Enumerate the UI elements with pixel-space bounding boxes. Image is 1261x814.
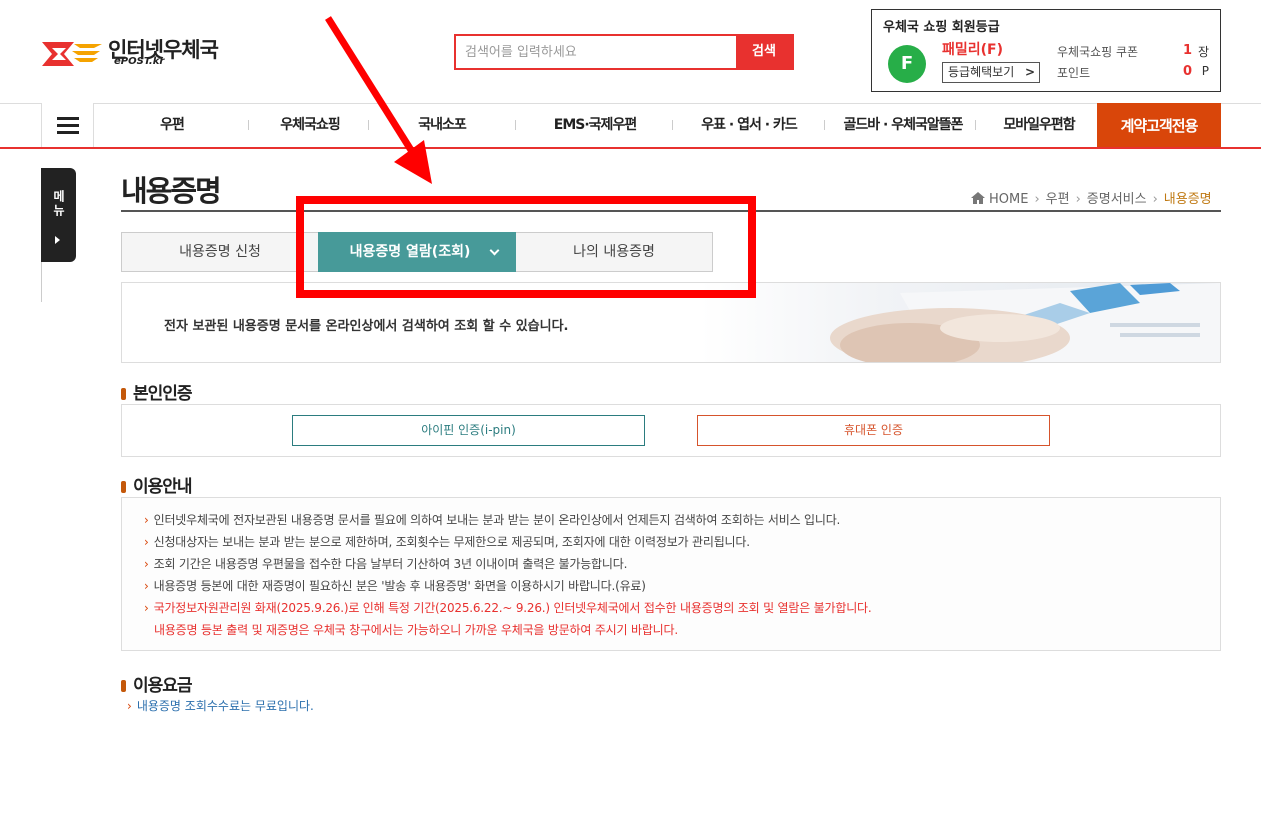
search-button[interactable]: 검색	[736, 34, 792, 70]
phone-auth-button[interactable]: 휴대폰 인증	[697, 415, 1050, 446]
logo-subtitle: ePOST.kr	[114, 56, 165, 67]
chevron-right-icon: >	[1024, 65, 1035, 79]
nav-divider	[672, 120, 673, 130]
grade-badge: F	[888, 45, 926, 83]
bullet-icon: ›	[127, 699, 132, 713]
guide-notice-line: › 국가정보자원관리원 화재(2025.9.26.)로 인해 특정 기간(2025…	[144, 599, 872, 616]
nav-item-goldbar[interactable]: 골드바 · 우체국알뜰폰	[836, 103, 970, 147]
fee-text: 내용증명 조회수수료는 무료입니다.	[136, 699, 314, 713]
nav-divider	[515, 120, 516, 130]
annotation-highlight-box	[296, 196, 756, 298]
breadcrumb-separator: ›	[1075, 192, 1081, 207]
point-value[interactable]: 0	[1183, 64, 1192, 79]
grade-name: 패밀리(F)	[942, 42, 1004, 58]
nav-divider	[824, 120, 825, 130]
member-grade-title: 우체국 쇼핑 회원등급	[883, 20, 1000, 35]
coupon-value[interactable]: 1	[1183, 43, 1192, 58]
point-unit: P	[1201, 64, 1209, 78]
side-menu-label: 메뉴	[41, 190, 76, 218]
guide-text: 내용증명 등본에 대한 재증명이 필요하신 분은 '발송 후 내용증명' 화면을…	[153, 579, 646, 593]
side-divider	[41, 262, 42, 302]
nav-item-post[interactable]: 우편	[120, 103, 224, 147]
section-marker	[121, 481, 126, 493]
breadcrumb-home[interactable]: HOME	[989, 192, 1028, 207]
home-icon	[971, 192, 985, 204]
guide-section-title: 이용안내	[121, 472, 193, 497]
breadcrumb-post[interactable]: 우편	[1046, 192, 1070, 207]
fee-line: › 내용증명 조회수수료는 무료입니다.	[127, 697, 314, 714]
page-title: 내용증명	[121, 174, 222, 208]
auth-section-title: 본인인증	[121, 379, 193, 404]
guide-title-text: 이용안내	[133, 477, 193, 497]
auth-box	[121, 404, 1221, 457]
benefit-label: 등급혜택보기	[948, 65, 1015, 79]
guide-line: › 내용증명 등본에 대한 재증명이 필요하신 분은 '발송 후 내용증명' 화면…	[144, 577, 646, 594]
section-marker	[121, 388, 126, 400]
breadcrumb-separator: ›	[1034, 192, 1040, 207]
breadcrumb-current: 내용증명	[1163, 192, 1212, 207]
bullet-icon: ›	[144, 557, 149, 571]
epost-logo[interactable]: 인터넷우체국 ePOST.kr	[40, 34, 240, 74]
hamburger-icon	[57, 117, 79, 120]
bullet-icon: ›	[144, 601, 149, 615]
tab-apply[interactable]: 내용증명 신청	[121, 232, 319, 272]
guide-line: › 신청대상자는 보내는 분과 받는 분으로 제한하며, 조회횟수는 무제한으로 …	[144, 533, 750, 550]
breadcrumb-separator: ›	[1152, 192, 1158, 207]
side-menu-toggle[interactable]: 메뉴	[41, 168, 76, 262]
nav-divider	[248, 120, 249, 130]
coupon-label: 우체국쇼핑 쿠폰	[1057, 45, 1139, 59]
point-label: 포인트	[1057, 66, 1091, 80]
breadcrumb: HOME › 우편 › 증명서비스 › 내용증명	[971, 188, 1212, 207]
breadcrumb-cert-service[interactable]: 증명서비스	[1087, 192, 1147, 207]
bullet-icon: ›	[144, 513, 149, 527]
nav-item-ems[interactable]: EMS·국제우편	[540, 103, 650, 147]
hamburger-icon-line	[57, 124, 79, 127]
hamburger-icon-line	[57, 131, 79, 134]
search-input[interactable]	[456, 36, 738, 68]
guide-text: 조회 기간은 내용증명 우편물을 접수한 다음 날부터 기산하여 3년 이내이며…	[153, 557, 628, 571]
banner-text: 전자 보관된 내용증명 문서를 온라인상에서 검색하여 조회 할 수 있습니다.	[164, 319, 569, 334]
grade-benefit-button[interactable]: 등급혜택보기 >	[942, 62, 1040, 83]
nav-divider	[975, 120, 976, 130]
nav-item-mobile-mailbox[interactable]: 모바일우편함	[994, 103, 1084, 147]
section-marker	[121, 680, 126, 692]
contract-customer-button[interactable]: 계약고객전용	[1097, 103, 1221, 147]
nav-item-stamps[interactable]: 우표 · 엽서 · 카드	[690, 103, 808, 147]
banner-illustration	[700, 283, 1220, 362]
hamburger-menu-button[interactable]	[41, 103, 94, 147]
member-grade-panel: 우체국 쇼핑 회원등급 F 패밀리(F) 등급혜택보기 > 우체국쇼핑 쿠폰 1 …	[871, 9, 1221, 92]
guide-notice-line: 내용증명 등본 출력 및 재증명은 우체국 창구에서는 가능하오니 가까운 우체…	[154, 623, 678, 637]
notice-text: 국가정보자원관리원 화재(2025.9.26.)로 인해 특정 기간(2025.…	[153, 601, 872, 615]
side-menu-text: 메뉴	[51, 190, 66, 218]
auth-title-text: 본인인증	[133, 384, 193, 404]
fee-title-text: 이용요금	[133, 676, 193, 696]
search-bar: 검색	[454, 34, 794, 70]
ipin-auth-button[interactable]: 아이핀 인증(i-pin)	[292, 415, 645, 446]
bullet-icon: ›	[144, 579, 149, 593]
guide-line: › 조회 기간은 내용증명 우편물을 접수한 다음 날부터 기산하여 3년 이내이…	[144, 555, 627, 572]
arrow-right-icon	[55, 236, 60, 244]
logo-icon	[42, 42, 102, 66]
fee-section-title: 이용요금	[121, 671, 193, 696]
guide-text: 신청대상자는 보내는 분과 받는 분으로 제한하며, 조회횟수는 무제한으로 제…	[153, 535, 750, 549]
bullet-icon: ›	[144, 535, 149, 549]
annotation-arrow-icon	[325, 16, 432, 184]
guide-text: 인터넷우체국에 전자보관된 내용증명 문서를 필요에 의하여 보내는 분과 받는…	[153, 513, 841, 527]
guide-line: › 인터넷우체국에 전자보관된 내용증명 문서를 필요에 의하여 보내는 분과 받…	[144, 511, 840, 528]
coupon-unit: 장	[1197, 45, 1209, 59]
